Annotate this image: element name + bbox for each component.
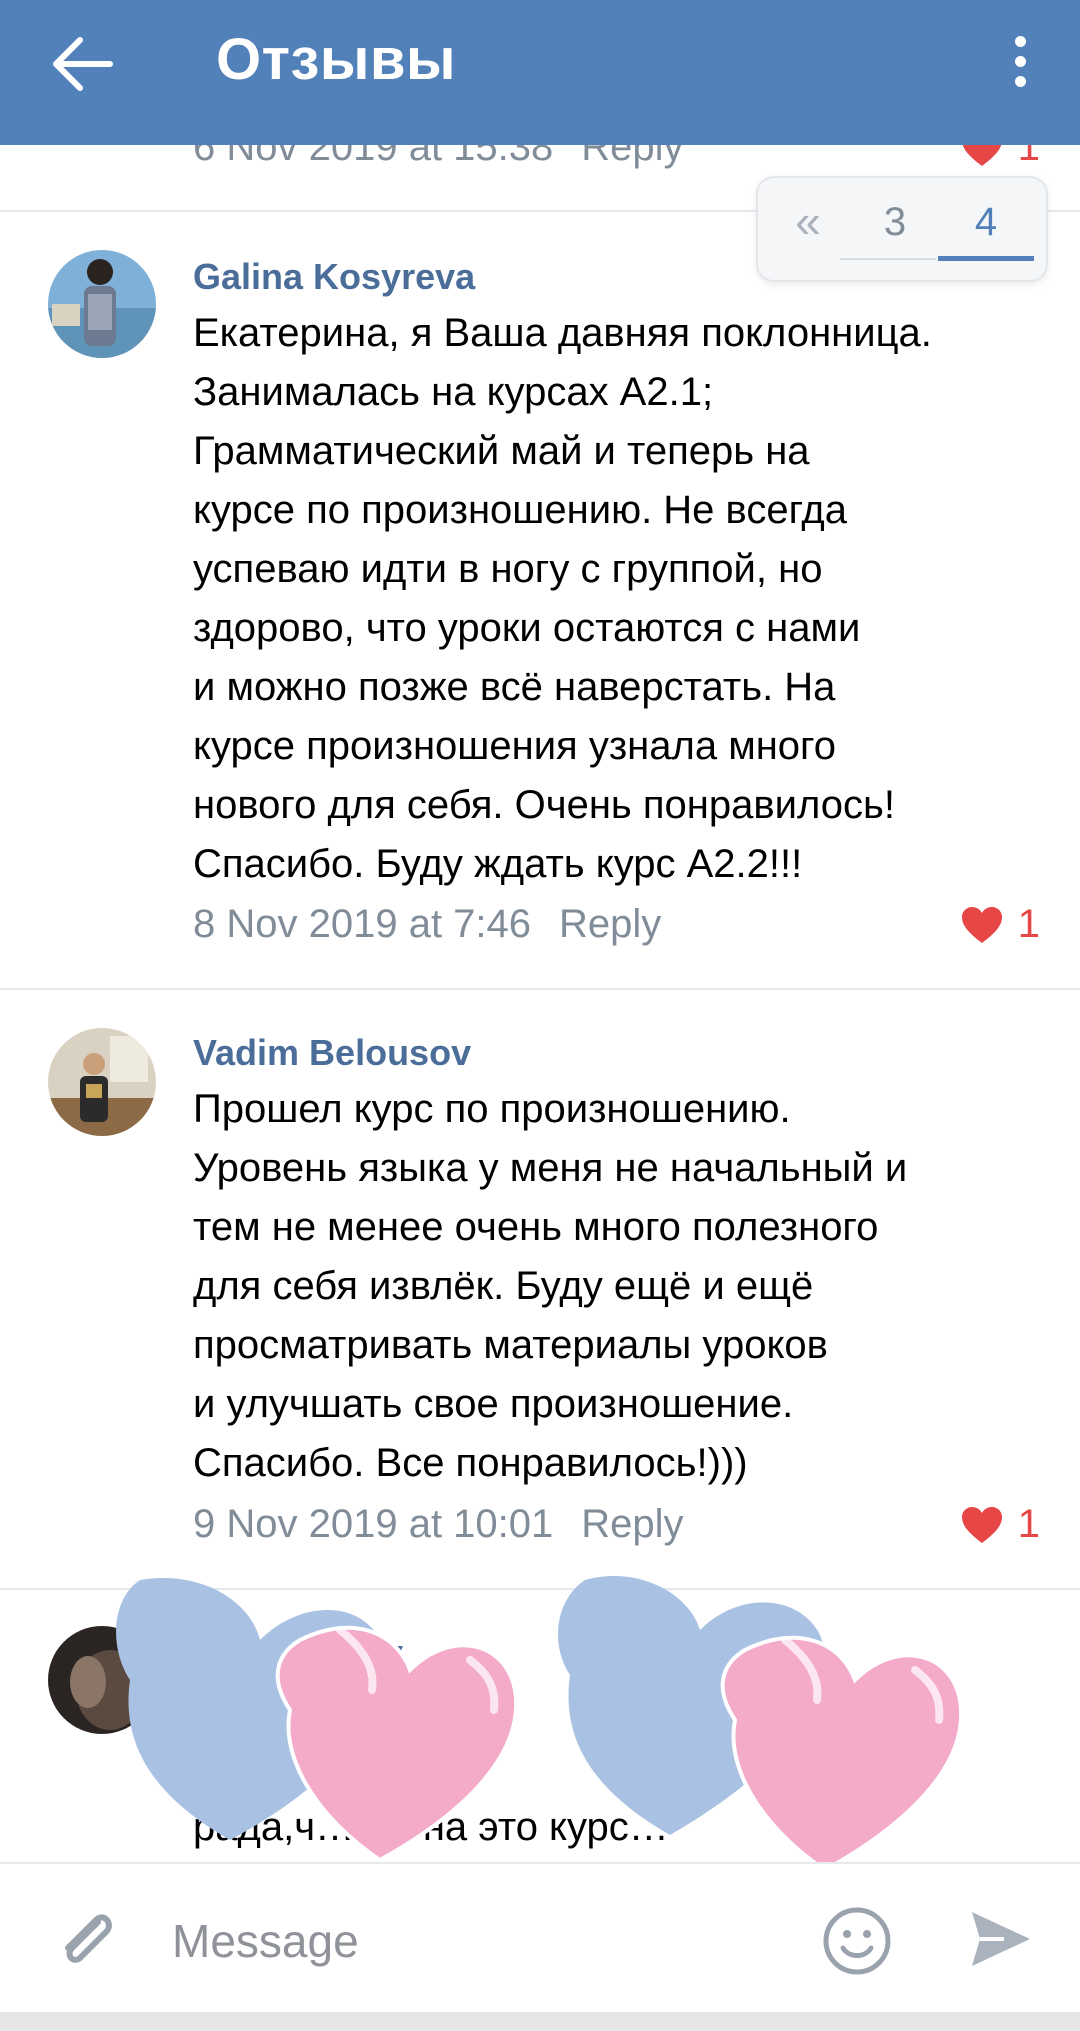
divider — [0, 988, 1080, 990]
comment-line: успеваю идти в ногу с группой, но — [193, 547, 823, 591]
comment-line: и улучшать свое произношение. — [193, 1382, 794, 1426]
paperclip-icon — [65, 1914, 112, 1963]
comment-text: Прошел курс по произношению. Уровень язы… — [193, 1080, 1043, 1493]
like-count: 1 — [1017, 902, 1040, 946]
page-title: Отзывы — [216, 27, 457, 92]
comment-line: Спасибо. Буду ждать курс А2.2!!! — [193, 842, 803, 886]
comment-line: рада,ч… ла на это курс… — [193, 1805, 669, 1849]
smile-icon — [823, 1907, 891, 1975]
top-bar: Отзывы — [0, 0, 1080, 145]
comment-line: Занималась на курсах А2.1; — [193, 370, 714, 414]
comment-line: курсе по произношению. Не всегда — [193, 488, 847, 532]
comment-date: 9 Nov 2019 at 10:01 — [193, 1502, 554, 1546]
pager-active-indicator — [938, 256, 1034, 261]
comment-line: Уровень языка у меня не начальный и — [193, 1146, 908, 1190]
divider — [0, 1588, 1080, 1590]
avatar[interactable] — [48, 1626, 156, 1734]
comment-author[interactable]: Vadim Belousov — [193, 1032, 471, 1074]
pager-page-4[interactable]: 4 — [938, 200, 1034, 245]
arrow-left-icon — [53, 37, 113, 91]
back-button[interactable] — [48, 34, 118, 94]
comment-line: и можно позже всё наверстать. На — [193, 665, 836, 709]
reply-button[interactable]: Reply — [581, 1502, 683, 1546]
comment-line: для себя извлёк. Буду ещё и ещё — [193, 1264, 814, 1308]
send-button[interactable] — [968, 1908, 1034, 1970]
send-icon — [972, 1912, 1030, 1966]
comment-meta: 9 Nov 2019 at 10:01 Reply — [193, 1502, 684, 1547]
more-options-button[interactable] — [1008, 36, 1032, 92]
pager-underline — [840, 258, 936, 260]
heart-icon — [961, 1506, 1002, 1543]
reply-button[interactable]: Reply — [559, 902, 661, 946]
comment-meta: 8 Nov 2019 at 7:46 Reply — [193, 902, 661, 947]
comment-line: Спасибо. Все понравилось!))) — [193, 1441, 748, 1485]
comment-author[interactable]: …ya …rolov — [193, 1632, 403, 1674]
heart-icon — [961, 906, 1002, 943]
avatar[interactable] — [48, 250, 156, 358]
comment-line: Прошел курс по произношению. — [193, 1087, 791, 1131]
system-nav-strip — [0, 2010, 1080, 2031]
comment-text: … ь к … … ім отзы… рада,ч… ла на это кур… — [193, 1680, 1043, 1857]
page-switcher: « 3 4 — [756, 176, 1048, 282]
like-count: 1 — [1017, 1502, 1040, 1546]
comment-line: просматривать материалы уроков — [193, 1323, 828, 1367]
pager-prev-button[interactable]: « — [778, 194, 838, 248]
comment-author[interactable]: Galina Kosyreva — [193, 256, 475, 298]
comment-date: 8 Nov 2019 at 7:46 — [193, 902, 532, 946]
avatar[interactable] — [48, 1028, 156, 1136]
comment-line: тем не менее очень много полезного — [193, 1205, 879, 1249]
comment-line: курсе произношения узнала много — [193, 724, 836, 768]
comment-line: здорово, что уроки остаются с нами — [193, 606, 861, 650]
more-vertical-icon — [1008, 36, 1032, 87]
attach-button[interactable] — [52, 1904, 122, 1974]
like-button[interactable]: 1 — [960, 902, 1040, 947]
message-input[interactable] — [170, 1902, 774, 1980]
comment-line: … ь к … — [193, 1687, 345, 1731]
comment-line: Грамматический май и теперь на — [193, 429, 810, 473]
comment-text: Екатерина, я Ваша давняя поклонница. Зан… — [193, 304, 1043, 894]
comment-line: нового для себя. Очень понравилось! — [193, 783, 895, 827]
message-composer — [0, 1862, 1080, 2012]
emoji-button[interactable] — [822, 1906, 892, 1976]
like-button[interactable]: 1 — [960, 1502, 1040, 1547]
comment-line: Екатерина, я Ваша давняя поклонница. — [193, 311, 932, 355]
pager-page-3[interactable]: 3 — [840, 200, 950, 245]
comment-line: … ім отзы… — [193, 1746, 419, 1790]
